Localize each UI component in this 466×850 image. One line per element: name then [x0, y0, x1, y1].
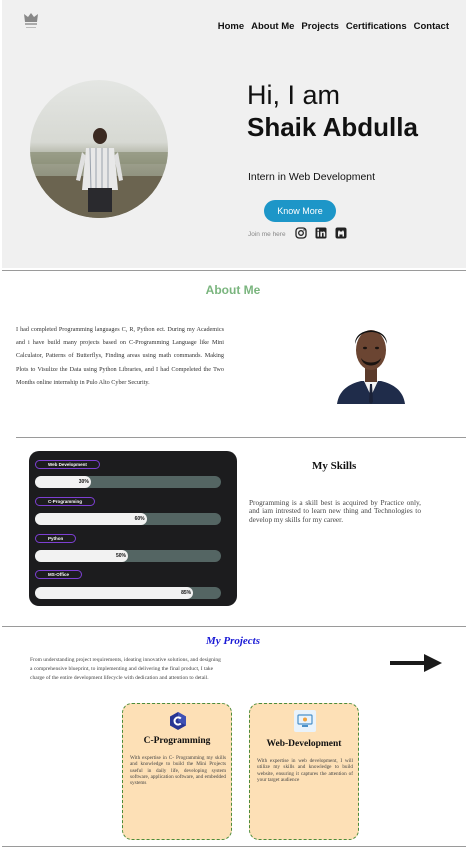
linkedin-icon[interactable] [315, 227, 327, 239]
projects-intro: From understanding project requirements,… [30, 657, 221, 682]
site-logo[interactable] [20, 10, 42, 32]
skill-bar-fill: 85% [35, 587, 194, 599]
project-card-title: Web-Development [266, 739, 342, 749]
skill-bar-c-programming: 60% [35, 513, 221, 525]
project-card-text: With expertise in C- Programming my skil… [130, 755, 226, 787]
profile-photo [30, 80, 168, 218]
arrow-right-icon[interactable] [390, 654, 442, 672]
nav-contact[interactable]: Contact [414, 21, 449, 32]
nav-certifications[interactable]: Certifications [346, 21, 407, 32]
skill-percent: 30% [78, 479, 89, 485]
skill-bar-ms-office: 85% [35, 587, 221, 599]
about-title: About Me [205, 283, 261, 297]
github-icon[interactable] [335, 227, 347, 239]
projects-title: My Projects [205, 635, 261, 647]
skill-bar-web-development: 30% [35, 476, 221, 488]
web-development-icon [294, 710, 316, 732]
nav-about-me[interactable]: About Me [251, 21, 294, 32]
section-divider [2, 270, 466, 271]
about-text: I had completed Programming languages C,… [16, 326, 224, 386]
instagram-icon[interactable] [295, 227, 307, 239]
skill-percent: 50% [115, 553, 126, 559]
skills-text: Programming is a skill best is acquired … [249, 498, 421, 524]
skill-bar-fill: 50% [35, 550, 128, 562]
hero-role: Intern in Web Development [248, 171, 376, 183]
skill-bar-python: 50% [35, 550, 221, 562]
join-me-label: Join me here [248, 231, 286, 238]
hero-greeting: Hi, I am [247, 80, 341, 110]
skill-label-web-development: Web Development [35, 460, 100, 469]
section-divider [16, 437, 466, 438]
project-card-title: C-Programming [143, 736, 211, 746]
hero-section: Home About Me Projects Certifications Co… [2, 0, 466, 268]
skill-label-ms-office: MS-Office [35, 570, 83, 579]
section-divider [2, 846, 466, 847]
hero-name: Shaik Abdulla [247, 112, 418, 142]
project-card-web-development[interactable]: Web-Development With expertise in web de… [249, 703, 359, 840]
c-language-icon [170, 712, 186, 730]
project-card-text: With expertise in web development, I wil… [257, 758, 353, 783]
skills-title: My Skills [312, 460, 357, 472]
skill-bar-fill: 30% [35, 476, 91, 488]
section-divider [2, 626, 466, 627]
skill-label-python: Python [35, 534, 77, 543]
nav-home[interactable]: Home [218, 21, 244, 32]
skills-card: Web Development 30% C-Programming 60% Py… [29, 451, 237, 606]
skill-bar-fill: 60% [35, 513, 147, 525]
about-portrait [337, 330, 405, 404]
skill-percent: 60% [134, 516, 145, 522]
know-more-button[interactable]: Know More [264, 200, 336, 222]
top-nav: Home About Me Projects Certifications Co… [218, 21, 449, 32]
nav-projects[interactable]: Projects [301, 21, 339, 32]
skill-percent: 85% [181, 590, 192, 596]
skill-label-c-programming: C-Programming [35, 497, 96, 506]
project-card-c-programming[interactable]: C-Programming With expertise in C- Progr… [122, 703, 232, 840]
